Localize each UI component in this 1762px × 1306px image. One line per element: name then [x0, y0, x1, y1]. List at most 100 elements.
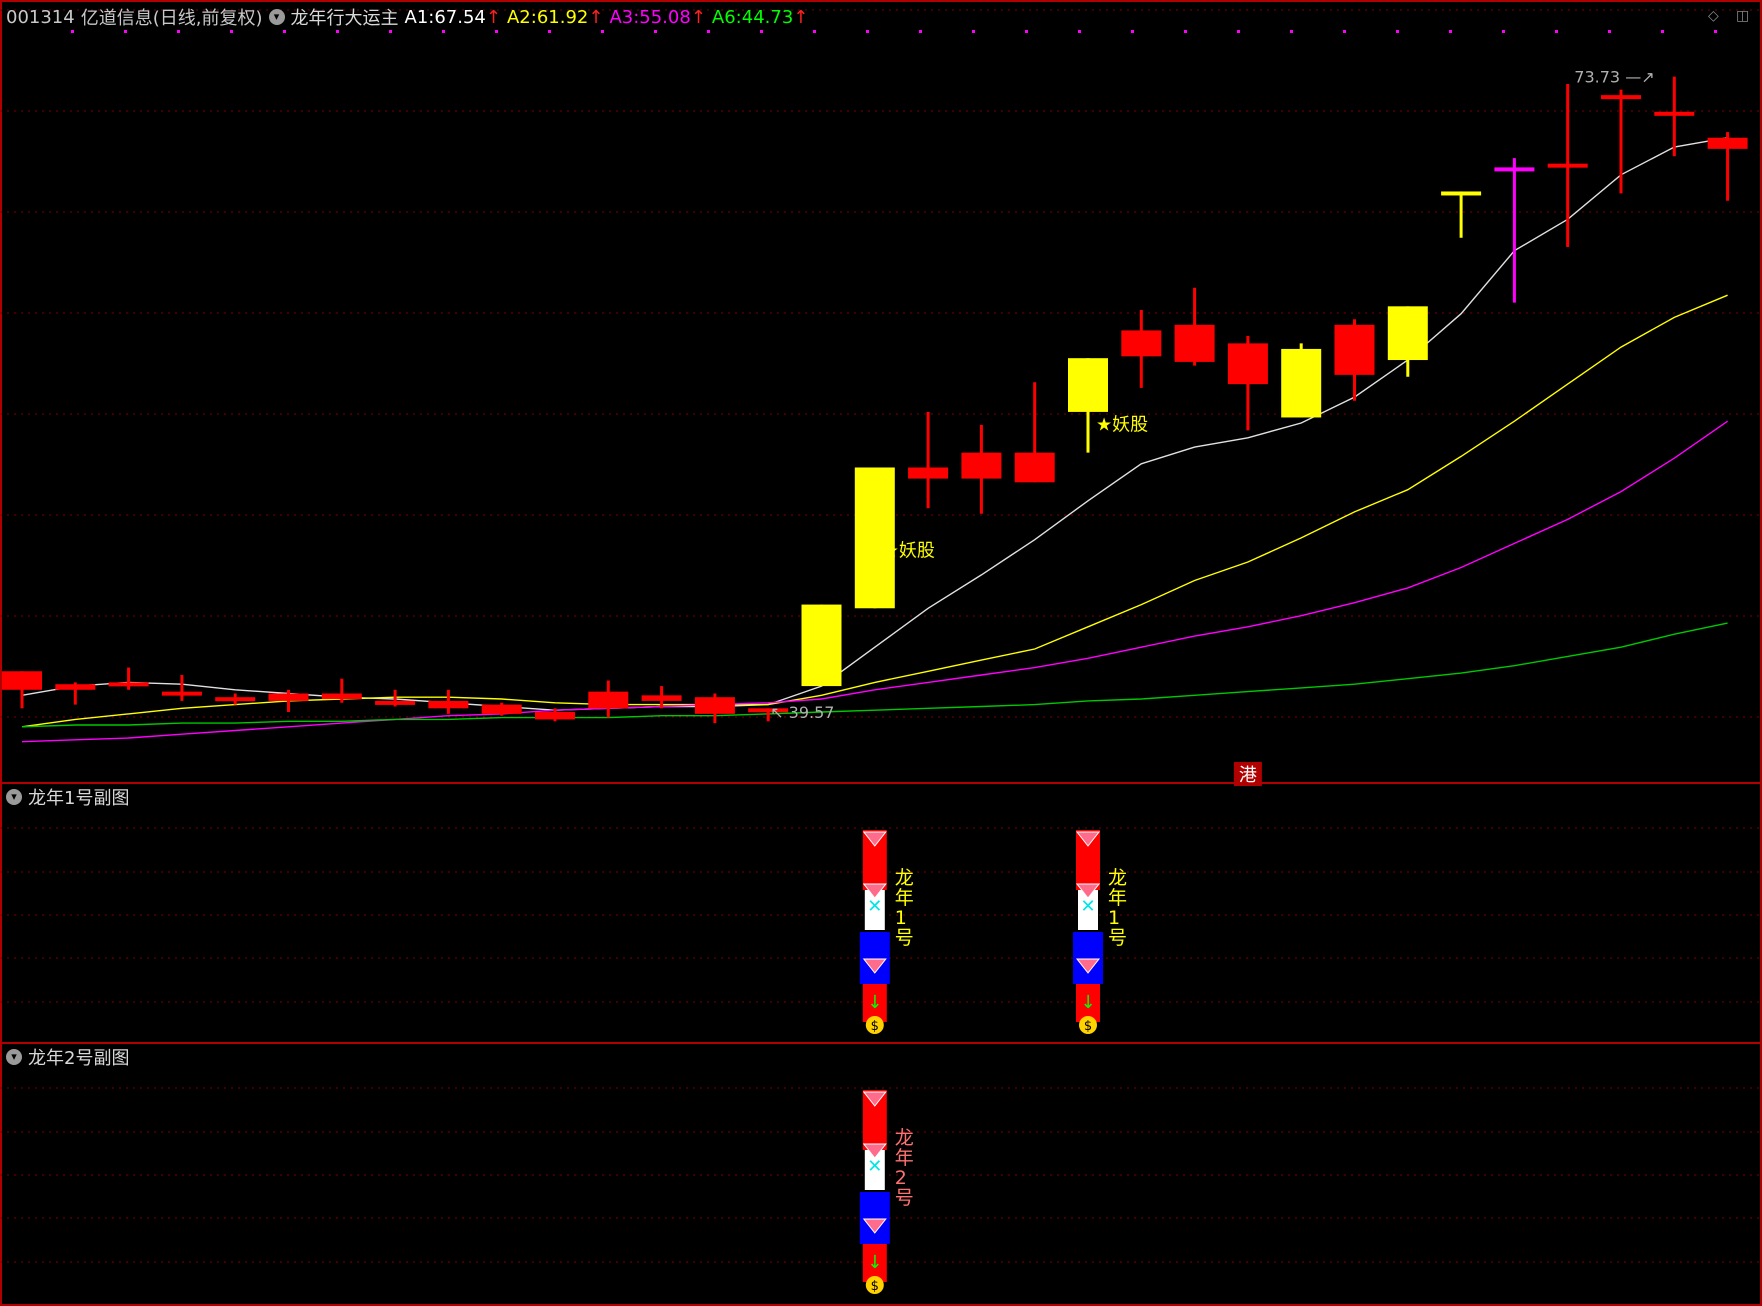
- ma-a6: A6:44.73↑: [712, 7, 808, 28]
- signal-column: ✕ ↓ $ 龙年1号: [859, 830, 914, 1034]
- ma-a1: A1:67.54↑: [405, 7, 501, 28]
- signal-glyph: 号: [895, 927, 914, 949]
- candle-body: [854, 467, 895, 609]
- high-price-label: 73.73 —↗: [1574, 68, 1654, 87]
- up-arrow-icon: ↑: [588, 6, 604, 28]
- candle: [801, 604, 842, 687]
- signal-glyph: 2: [895, 1167, 907, 1189]
- candle-body: [375, 700, 416, 705]
- ma-a1-label: A1:: [404, 6, 435, 28]
- top-dot: [1343, 30, 1346, 33]
- signal-column: ✕ ↓ $ 龙年2号: [859, 1090, 914, 1294]
- top-dot: [1714, 30, 1717, 33]
- sub1-title-text[interactable]: 龙年1号副图: [28, 784, 129, 810]
- candle: [1441, 191, 1482, 238]
- candle-body: [1441, 191, 1482, 196]
- top-dot: [866, 30, 869, 33]
- ma-a1-value: 67.54: [434, 6, 486, 28]
- candle: [1068, 358, 1108, 453]
- signal-glyph: 1: [1108, 907, 1120, 929]
- candle-body: [1281, 348, 1322, 418]
- candlestick-layer: [2, 76, 1748, 724]
- candle: [908, 411, 949, 509]
- candle: [1174, 287, 1215, 366]
- star-stock-label: ★妖股: [883, 540, 935, 561]
- top-dot: [1025, 30, 1028, 33]
- sub2-title: ▾ 龙年2号副图: [6, 1044, 129, 1070]
- top-dot: [1290, 30, 1293, 33]
- low-price-label: ↖ 39.57: [770, 703, 834, 722]
- signal-glyph: 年: [895, 887, 914, 909]
- chevron-down-icon[interactable]: ▾: [6, 1049, 22, 1065]
- indicator-name[interactable]: 龙年行大运主: [291, 4, 399, 30]
- candle: [1707, 132, 1748, 201]
- stock-name: 亿道信息(日线,前复权): [80, 8, 263, 29]
- diamond-icon[interactable]: ◇: [1708, 8, 1719, 24]
- top-dot: [1502, 30, 1505, 33]
- ma-a6-value: 44.73: [741, 6, 794, 28]
- signal-column: ✕ ↓ $ 龙年1号: [1073, 830, 1127, 1034]
- arrow-down-icon: ↓: [867, 992, 882, 1013]
- candle-body: [801, 604, 842, 687]
- top-dot: [1184, 30, 1187, 33]
- chevron-down-icon[interactable]: ▾: [6, 789, 22, 805]
- chart-header: 001314 亿道信息(日线,前复权) ▾ 龙年行大运主 A1:67.54↑ A…: [6, 2, 814, 32]
- candle: [1387, 306, 1428, 377]
- signal-glyph: 号: [895, 1187, 914, 1209]
- signal-glyph: 龙: [895, 1127, 914, 1149]
- signal-glyph: 龙: [1108, 867, 1127, 889]
- candle-body: [1654, 111, 1695, 116]
- ma-line-a6: [21, 622, 1728, 728]
- candle-body: [1121, 330, 1162, 357]
- sub-chart-layer: ✕↓$龙年1号✕↓$龙年1号✕↓$龙年2号: [859, 830, 1127, 1294]
- candle: [1121, 310, 1162, 388]
- candle-body: [1014, 452, 1055, 483]
- ma-a2: A2:61.92↑: [507, 7, 603, 28]
- candle: [961, 424, 1002, 514]
- ma-a2-label: A2:: [506, 6, 537, 28]
- up-arrow-icon: ↑: [690, 6, 706, 28]
- candle: [854, 467, 895, 609]
- ma-a3-value: 55.08: [639, 6, 691, 28]
- signal-glyph: 年: [1108, 887, 1127, 909]
- candle-body: [641, 695, 682, 701]
- candle: [1494, 158, 1535, 303]
- signal-glyph: 龙: [895, 867, 914, 889]
- top-dot: [919, 30, 922, 33]
- stock-code: 001314: [6, 6, 75, 28]
- chevron-down-icon[interactable]: ▾: [268, 9, 285, 25]
- annotation-layer: ↖ 39.57 73.73 —↗ ★妖股 ★妖股港: [770, 68, 1655, 786]
- arrow-down-icon: ↓: [867, 1252, 882, 1273]
- candle: [694, 693, 735, 724]
- candle: [161, 674, 202, 701]
- window-icon[interactable]: ◫: [1736, 8, 1749, 24]
- candle-body: [1334, 324, 1375, 375]
- top-dot: [972, 30, 975, 33]
- candle: [481, 702, 522, 716]
- candle-body: [108, 682, 149, 687]
- candle: [428, 689, 469, 714]
- butterfly-icon: ✕: [867, 896, 882, 917]
- candle: [1281, 343, 1322, 418]
- top-dot: [1661, 30, 1664, 33]
- candle-body: [1601, 95, 1641, 100]
- sub2-title-text[interactable]: 龙年2号副图: [28, 1044, 129, 1070]
- candle-body: [908, 467, 949, 479]
- candle-body: [1387, 306, 1428, 361]
- ma-a6-label: A6:: [711, 6, 742, 28]
- candle-body: [1227, 343, 1268, 385]
- top-dot: [1449, 30, 1452, 33]
- candle-body: [1707, 137, 1748, 149]
- signal-bar-blue: [859, 1192, 890, 1244]
- arrow-down-icon: ↓: [1080, 992, 1095, 1013]
- candle-body: [161, 691, 202, 696]
- candle: [588, 680, 629, 718]
- candle-body: [1174, 324, 1215, 362]
- candle-body: [268, 693, 309, 701]
- ma-a3: A3:55.08↑: [609, 7, 705, 28]
- top-dot: [1131, 30, 1134, 33]
- ma-a3-label: A3:: [609, 6, 640, 28]
- signal-glyph: 年: [895, 1147, 914, 1169]
- top-dot: [1555, 30, 1558, 33]
- top-dot: [1396, 30, 1399, 33]
